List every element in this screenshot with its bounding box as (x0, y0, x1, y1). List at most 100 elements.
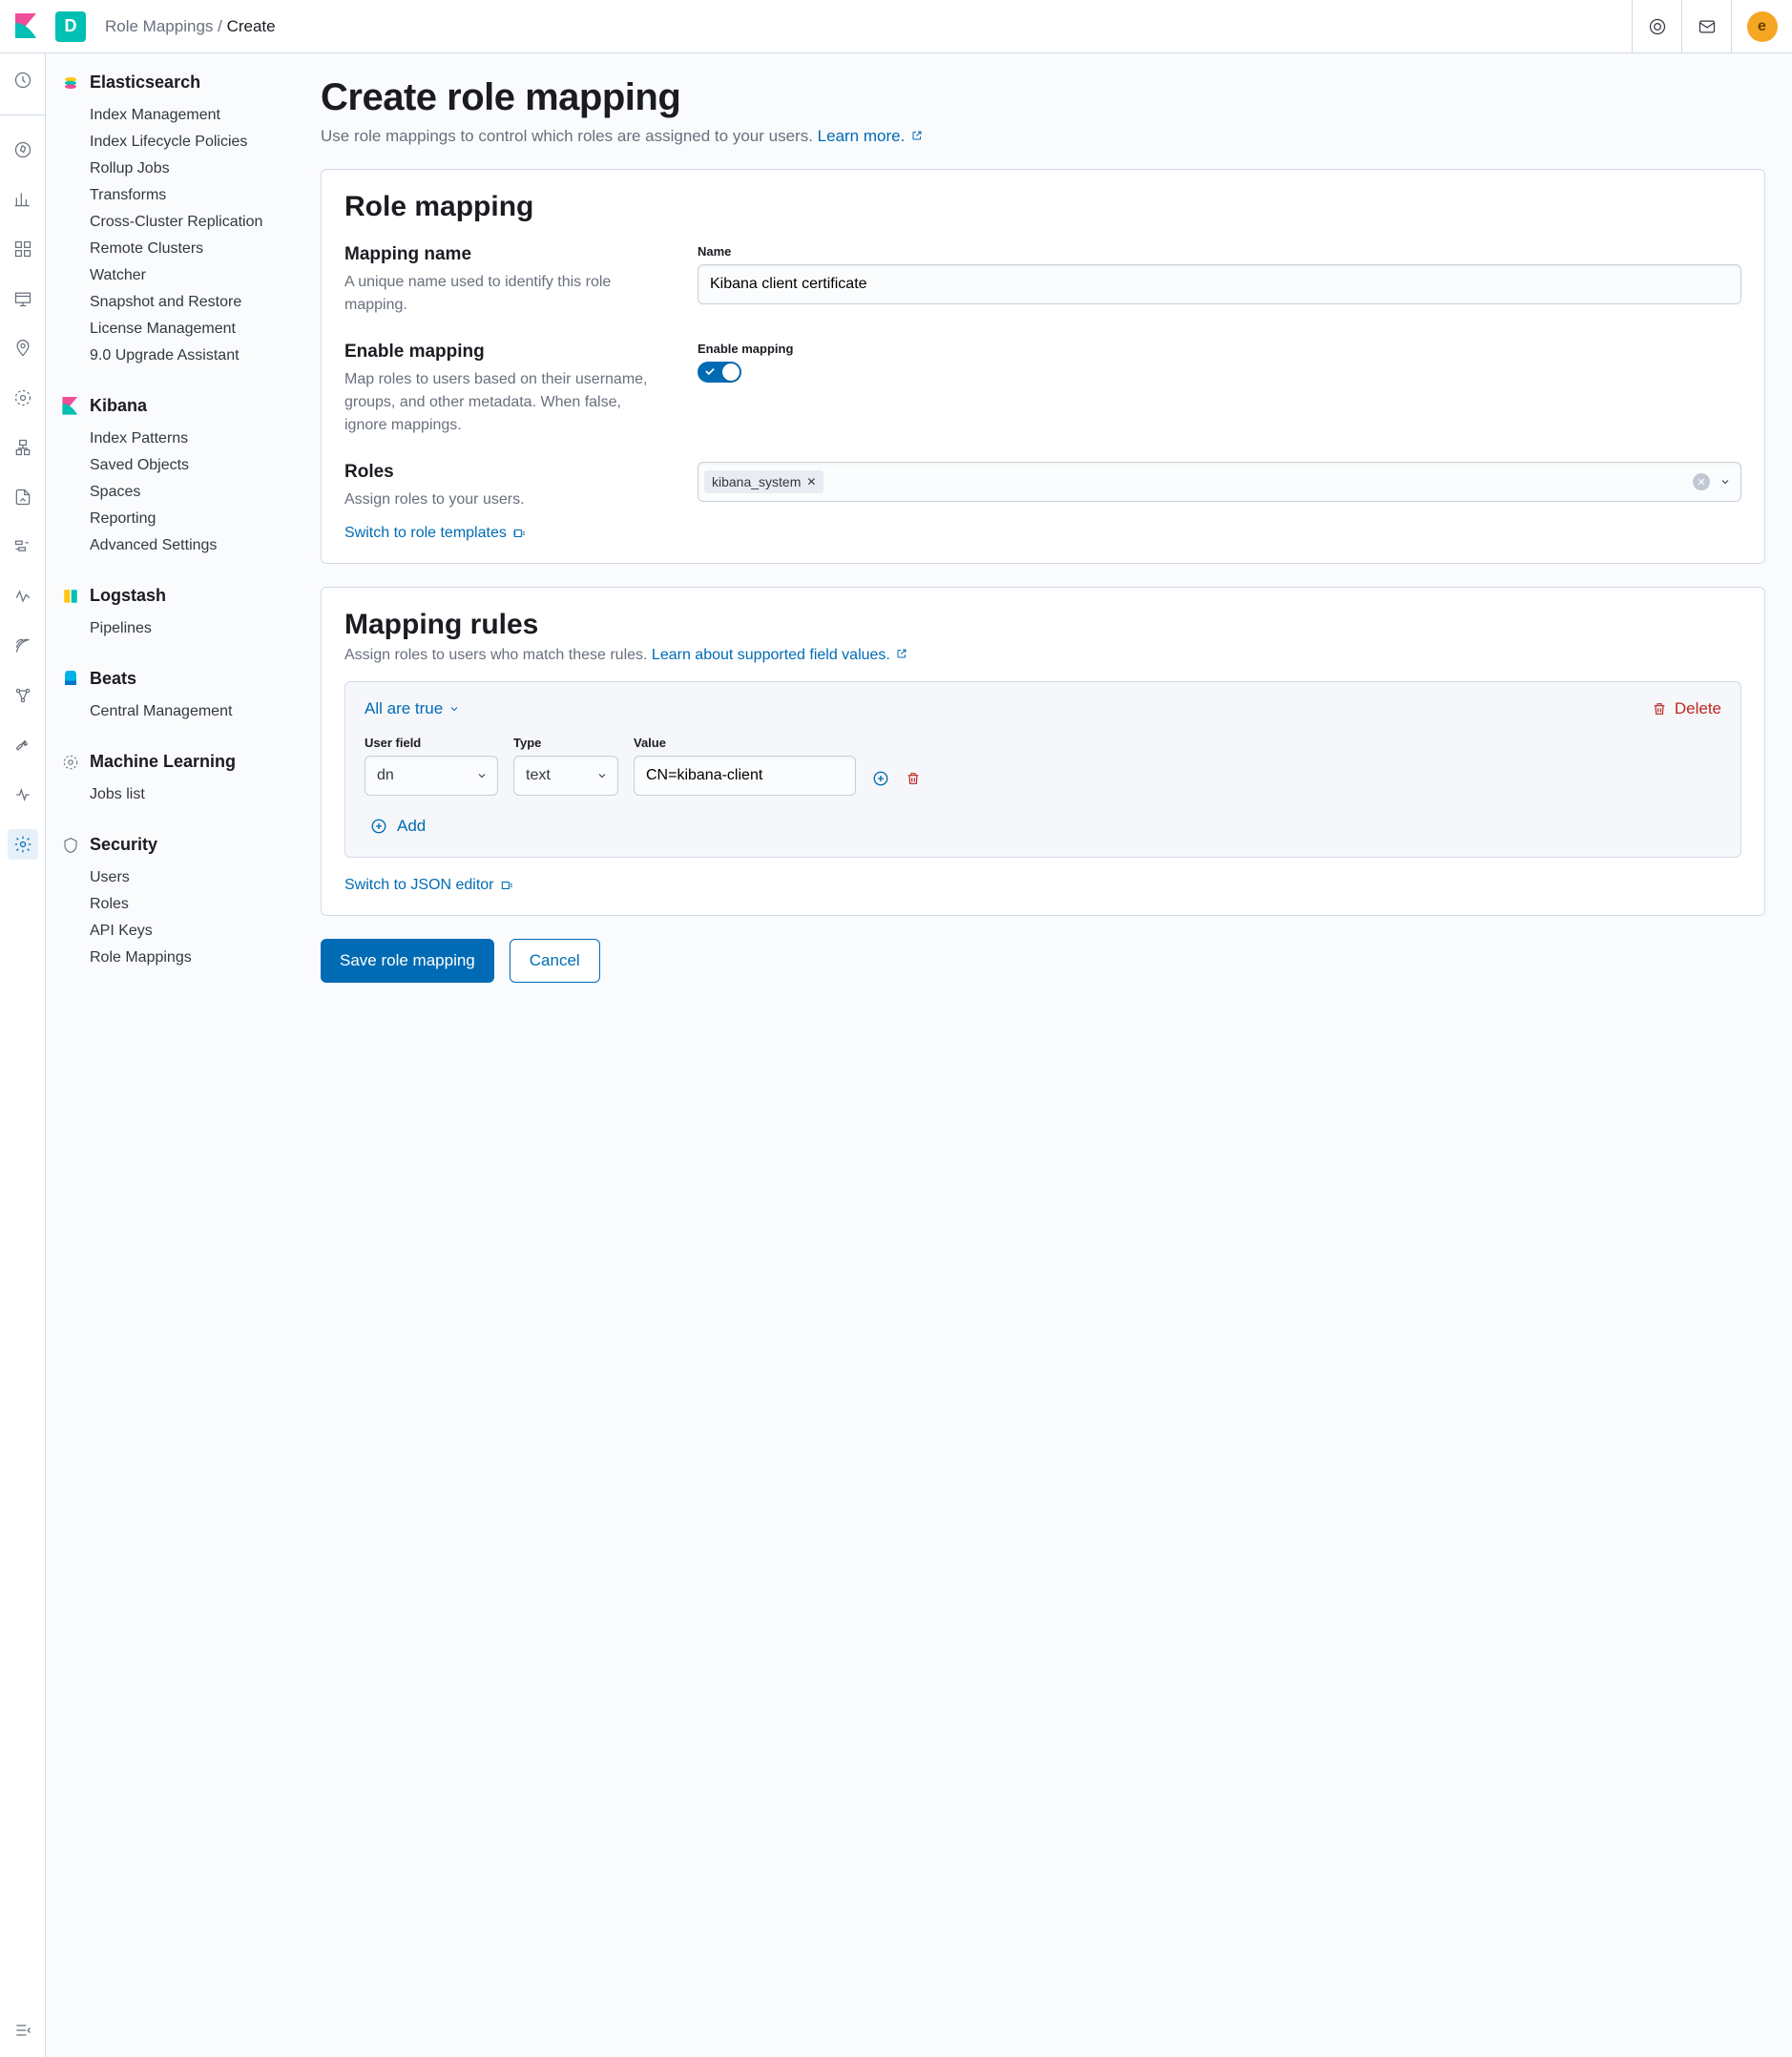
page-title: Create role mapping (321, 76, 1765, 119)
clear-roles-icon[interactable]: ✕ (1693, 473, 1710, 490)
type-select[interactable]: text (513, 756, 618, 796)
add-button[interactable]: Add (370, 817, 426, 836)
sidebar-item[interactable]: Users (61, 864, 279, 891)
sidebar-item[interactable]: Jobs list (61, 781, 279, 808)
cancel-button[interactable]: Cancel (510, 939, 600, 983)
sidebar-item[interactable]: Transforms (61, 182, 279, 209)
sidebar-section: Machine Learning Jobs list (61, 752, 279, 808)
remove-role-icon[interactable]: ✕ (806, 475, 816, 488)
roles-desc: Assign roles to your users. (344, 488, 659, 511)
external-link-icon (896, 648, 909, 661)
learn-field-values-link[interactable]: Learn about supported field values. (652, 647, 909, 663)
switch-role-templates-link[interactable]: Switch to role templates (344, 525, 526, 542)
sidebar-item[interactable]: Roles (61, 891, 279, 918)
value-input[interactable] (634, 756, 856, 796)
chevron-down-icon[interactable] (1719, 476, 1731, 488)
nav-rail (0, 53, 46, 2057)
nav-dashboard-icon[interactable] (8, 234, 38, 264)
sidebar-item[interactable]: Snapshot and Restore (61, 289, 279, 316)
chevron-down-icon (476, 770, 488, 781)
space-selector[interactable]: D (55, 11, 86, 42)
delete-rule-icon[interactable] (904, 769, 923, 788)
sidebar-item[interactable]: License Management (61, 316, 279, 343)
rule-group: All are true Delete User field dn (344, 681, 1741, 858)
nav-discover-icon[interactable] (8, 135, 38, 165)
role-mapping-title: Role mapping (344, 191, 1741, 223)
sidebar: Elasticsearch Index ManagementIndex Lifec… (46, 53, 294, 2057)
input-output-icon (512, 527, 526, 540)
sidebar-item[interactable]: Advanced Settings (61, 532, 279, 559)
delete-group-button[interactable]: Delete (1652, 699, 1721, 718)
kibana-logo[interactable] (11, 11, 42, 42)
page-description: Use role mappings to control which roles… (321, 127, 1765, 146)
nav-monitoring-icon[interactable] (8, 779, 38, 810)
sidebar-section: Beats Central Management (61, 669, 279, 725)
user-field-select[interactable]: dn (365, 756, 498, 796)
section-icon (61, 397, 80, 416)
nav-recent-icon[interactable] (8, 65, 38, 95)
sidebar-item[interactable]: Watcher (61, 262, 279, 289)
sidebar-item[interactable]: 9.0 Upgrade Assistant (61, 343, 279, 369)
nav-ml-icon[interactable] (8, 383, 38, 413)
breadcrumb-parent[interactable]: Role Mappings (105, 17, 213, 35)
nav-uptime-icon[interactable] (8, 581, 38, 612)
sidebar-heading: Elasticsearch (61, 73, 279, 93)
rule-group-selector[interactable]: All are true (365, 699, 460, 718)
check-icon (703, 364, 717, 378)
add-rule-icon[interactable] (871, 769, 890, 788)
nav-graph-icon[interactable] (8, 680, 38, 711)
name-input[interactable] (698, 264, 1741, 304)
mapping-name-desc: A unique name used to identify this role… (344, 271, 659, 317)
learn-more-link[interactable]: Learn more. (818, 127, 925, 145)
nav-canvas-icon[interactable] (8, 283, 38, 314)
sidebar-heading: Machine Learning (61, 752, 279, 772)
top-bar: D Role Mappings / Create e (0, 0, 1792, 53)
enable-desc: Map roles to users based on their userna… (344, 368, 659, 437)
switch-json-editor-link[interactable]: Switch to JSON editor (344, 877, 513, 894)
sidebar-item[interactable]: Index Lifecycle Policies (61, 129, 279, 156)
sidebar-item[interactable]: API Keys (61, 918, 279, 945)
breadcrumb-current: Create (227, 17, 276, 35)
enable-toggle[interactable] (698, 362, 741, 383)
nav-devtools-icon[interactable] (8, 730, 38, 760)
sidebar-item[interactable]: Spaces (61, 479, 279, 506)
newsfeed-icon[interactable] (1632, 0, 1681, 53)
save-button[interactable]: Save role mapping (321, 939, 494, 983)
input-output-icon (500, 879, 513, 892)
nav-apm-icon[interactable] (8, 531, 38, 562)
type-label: Type (513, 736, 618, 750)
nav-logs-icon[interactable] (8, 482, 38, 512)
section-title: Security (90, 835, 157, 855)
mapping-rules-desc: Assign roles to users who match these ru… (344, 647, 1741, 664)
mail-icon[interactable] (1681, 0, 1731, 53)
mapping-rules-panel: Mapping rules Assign roles to users who … (321, 587, 1765, 916)
sidebar-item[interactable]: Pipelines (61, 615, 279, 642)
sidebar-item[interactable]: Index Management (61, 102, 279, 129)
user-menu[interactable]: e (1731, 0, 1781, 53)
nav-maps-icon[interactable] (8, 333, 38, 364)
mapping-rules-title: Mapping rules (344, 609, 1741, 641)
sidebar-item[interactable]: Reporting (61, 506, 279, 532)
sidebar-item[interactable]: Remote Clusters (61, 236, 279, 262)
section-icon (61, 753, 80, 772)
rule-row: User field dn Type text (365, 736, 1721, 796)
top-right: e (1632, 0, 1781, 53)
section-icon (61, 670, 80, 689)
roles-combobox[interactable]: kibana_system ✕ ✕ (698, 462, 1741, 502)
nav-visualize-icon[interactable] (8, 184, 38, 215)
plus-circle-icon (370, 818, 387, 835)
nav-collapse-icon[interactable] (8, 2015, 38, 2046)
sidebar-item[interactable]: Index Patterns (61, 426, 279, 452)
nav-infra-icon[interactable] (8, 432, 38, 463)
sidebar-item[interactable]: Role Mappings (61, 945, 279, 971)
sidebar-item[interactable]: Saved Objects (61, 452, 279, 479)
nav-management-icon[interactable] (8, 829, 38, 860)
sidebar-item[interactable]: Central Management (61, 698, 279, 725)
section-title: Elasticsearch (90, 73, 200, 93)
nav-siem-icon[interactable] (8, 631, 38, 661)
sidebar-heading: Beats (61, 669, 279, 689)
sidebar-item[interactable]: Rollup Jobs (61, 156, 279, 182)
section-title: Kibana (90, 396, 147, 416)
section-title: Beats (90, 669, 136, 689)
sidebar-item[interactable]: Cross-Cluster Replication (61, 209, 279, 236)
